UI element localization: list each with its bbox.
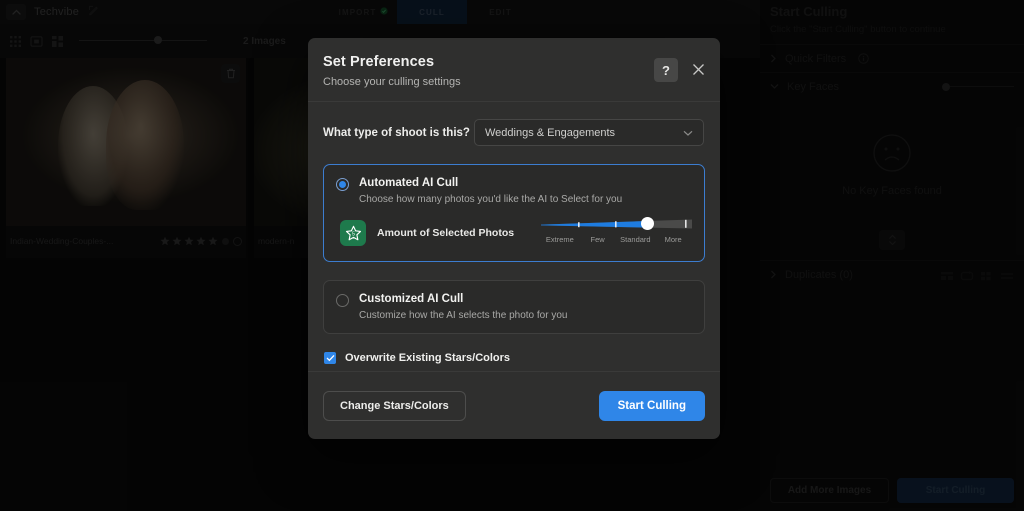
option-customized-description: Customize how the AI selects the photo f…: [359, 310, 568, 321]
change-stars-colors-button[interactable]: Change Stars/Colors: [323, 390, 466, 421]
svg-text:5: 5: [352, 231, 355, 237]
set-preferences-dialog: Set Preferences Choose your culling sett…: [308, 38, 720, 439]
dialog-header: Set Preferences Choose your culling sett…: [308, 38, 720, 102]
option-header: Automated AI Cull Choose how many photos…: [336, 177, 692, 205]
option-automated-title: Automated AI Cull: [359, 177, 459, 189]
shoot-type-select[interactable]: Weddings & Engagements: [474, 119, 704, 146]
dialog-subtitle: Choose your culling settings: [323, 76, 461, 88]
tick-label-extreme: Extreme: [545, 235, 574, 244]
option-customized-ai-cull[interactable]: Customized AI Cull Customize how the AI …: [323, 280, 705, 334]
close-x-icon[interactable]: [687, 58, 709, 80]
app-root: Techvibe IMPORT CULL EDIT: [0, 0, 1024, 511]
option-customized-title: Customized AI Cull: [359, 293, 464, 305]
amount-slider-row: 5 Amount of Selected Photos Extreme Few …: [336, 217, 692, 249]
question-mark-icon[interactable]: ?: [654, 58, 678, 82]
tick-label-more: More: [664, 235, 682, 244]
slider-tick-labels: Extreme Few Standard More: [541, 235, 692, 244]
tick-label-few: Few: [590, 235, 605, 244]
amount-slider-label: Amount of Selected Photos: [377, 227, 515, 239]
start-culling-button[interactable]: Start Culling: [598, 390, 705, 421]
overwrite-stars-row[interactable]: Overwrite Existing Stars/Colors: [308, 334, 720, 364]
star-badge-icon: 5: [340, 220, 366, 246]
option-header: Customized AI Cull Customize how the AI …: [336, 293, 692, 321]
dialog-title: Set Preferences: [323, 54, 435, 70]
option-automated-ai-cull[interactable]: Automated AI Cull Choose how many photos…: [323, 164, 705, 262]
dialog-footer: Change Stars/Colors Start Culling: [308, 371, 720, 439]
shoot-type-value: Weddings & Engagements: [485, 126, 616, 139]
checkmark-icon: [326, 354, 334, 362]
slider-track[interactable]: [541, 217, 692, 231]
radio-automated-ai-cull[interactable]: [336, 178, 349, 191]
shoot-type-question: What type of shoot is this?: [323, 126, 470, 139]
chevron-down-icon: [683, 124, 693, 142]
slider-thumb[interactable]: [641, 217, 654, 230]
radio-customized-ai-cull[interactable]: [336, 294, 349, 307]
overwrite-label: Overwrite Existing Stars/Colors: [345, 352, 511, 364]
overwrite-checkbox[interactable]: [324, 352, 336, 364]
amount-of-selected-photos-slider[interactable]: Extreme Few Standard More: [541, 217, 692, 249]
option-automated-description: Choose how many photos you'd like the AI…: [359, 194, 623, 205]
tick-label-standard: Standard: [620, 235, 651, 244]
shoot-type-row: What type of shoot is this? Weddings & E…: [308, 102, 720, 146]
